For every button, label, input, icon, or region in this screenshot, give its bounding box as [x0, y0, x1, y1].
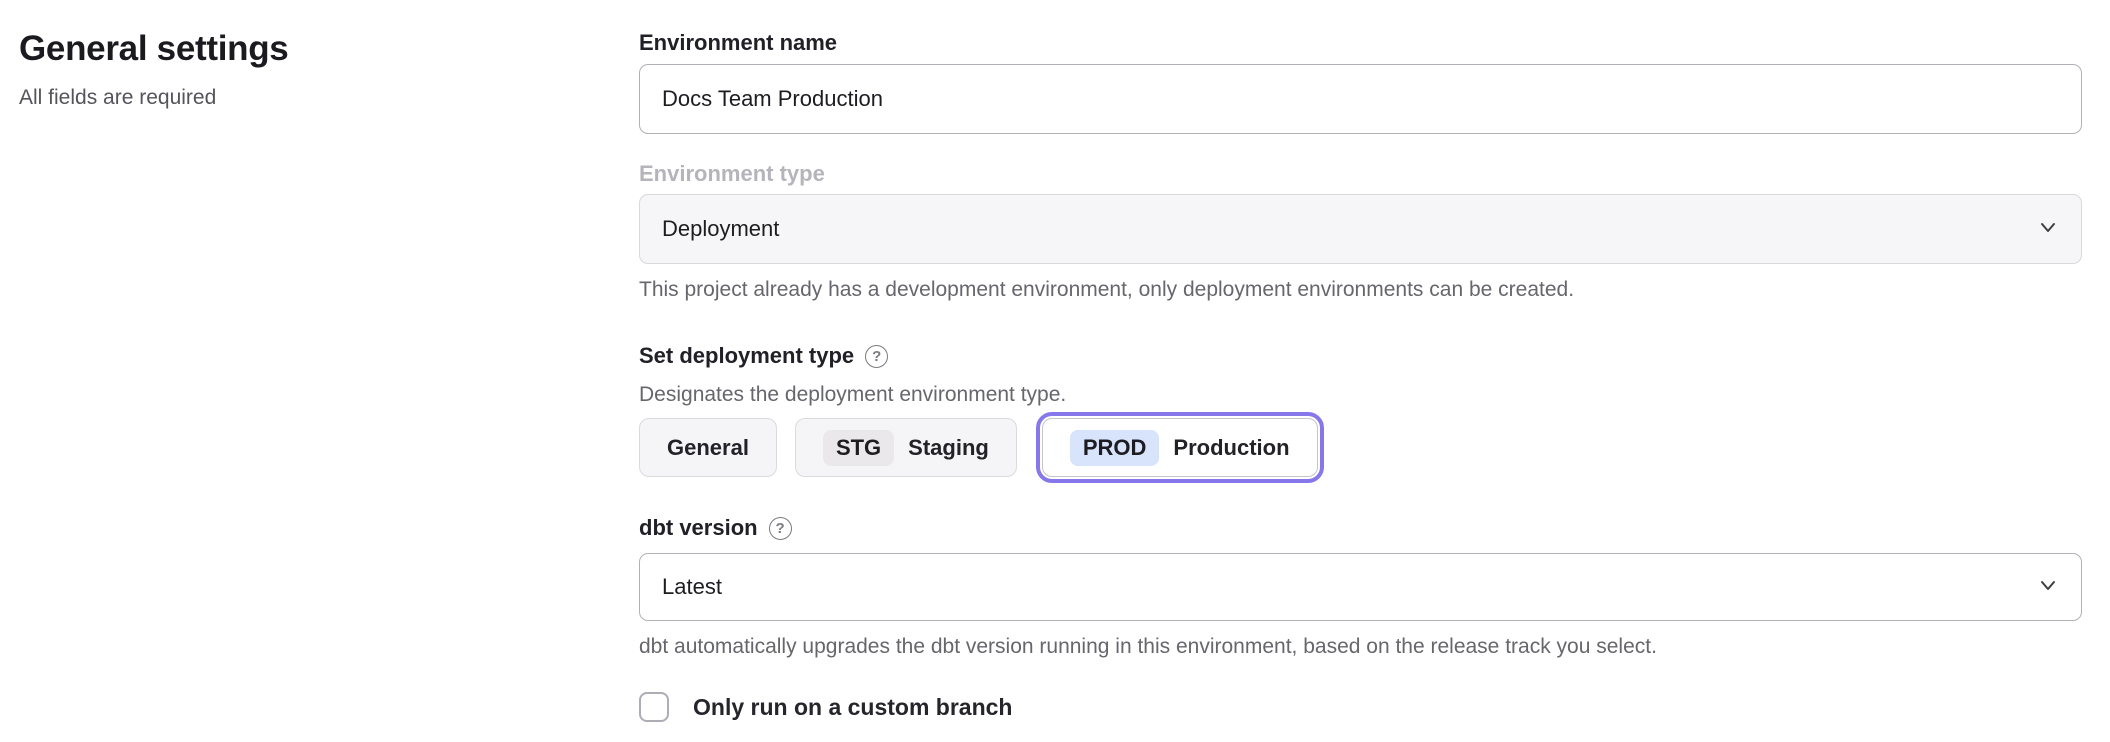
deployment-type-general-button[interactable]: General	[639, 418, 777, 477]
custom-branch-row: Only run on a custom branch	[639, 692, 2082, 722]
deployment-type-label: Set deployment type	[639, 343, 854, 369]
general-button-label: General	[667, 435, 749, 461]
dbt-version-select[interactable]: Latest	[639, 553, 2082, 621]
environment-settings-form: Environment name Environment type Deploy…	[639, 0, 2082, 742]
dbt-version-helper: dbt automatically upgrades the dbt versi…	[639, 634, 2082, 660]
custom-branch-checkbox[interactable]	[639, 692, 669, 722]
deployment-type-header: Set deployment type ?	[639, 343, 2082, 369]
production-badge: PROD	[1070, 430, 1160, 466]
staging-badge: STG	[823, 430, 894, 466]
environment-type-value: Deployment	[662, 216, 779, 242]
settings-header: General settings All fields are required	[0, 0, 639, 742]
dbt-version-label: dbt version	[639, 515, 758, 541]
environment-type-label: Environment type	[639, 161, 2082, 187]
general-settings-page: General settings All fields are required…	[0, 0, 2110, 742]
page-subtitle: All fields are required	[19, 85, 639, 111]
dbt-version-value: Latest	[662, 574, 722, 600]
chevron-down-icon	[2035, 572, 2061, 603]
question-circle-icon[interactable]: ?	[769, 517, 792, 540]
deployment-type-description: Designates the deployment environment ty…	[639, 382, 2082, 408]
environment-type-select: Deployment	[639, 194, 2082, 264]
custom-branch-label: Only run on a custom branch	[693, 694, 1012, 721]
staging-button-label: Staging	[908, 435, 989, 461]
environment-type-helper: This project already has a development e…	[639, 277, 2082, 303]
deployment-type-production-button[interactable]: PROD Production	[1042, 418, 1318, 477]
deployment-type-options: General STG Staging PROD Production	[639, 418, 2082, 477]
production-button-label: Production	[1173, 435, 1289, 461]
dbt-version-header: dbt version ?	[639, 515, 2082, 541]
chevron-down-icon	[2035, 214, 2061, 245]
environment-name-label: Environment name	[639, 30, 2082, 56]
environment-name-input[interactable]	[639, 64, 2082, 134]
question-circle-icon[interactable]: ?	[865, 345, 888, 368]
page-title: General settings	[19, 30, 639, 68]
deployment-type-staging-button[interactable]: STG Staging	[795, 418, 1017, 477]
